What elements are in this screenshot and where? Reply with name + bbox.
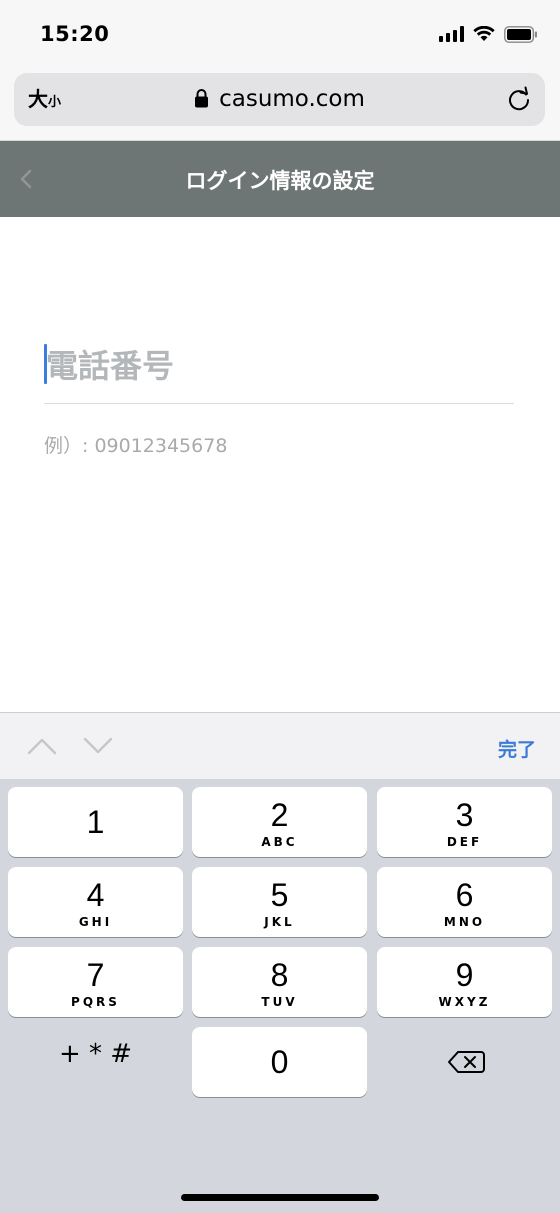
- key-9[interactable]: 9 WXYZ: [377, 947, 552, 1017]
- key-letters: PQRS: [71, 995, 120, 1009]
- key-1[interactable]: 1: [8, 787, 183, 857]
- key-letters: ABC: [261, 835, 298, 849]
- chevron-down-icon[interactable]: [82, 735, 114, 757]
- battery-icon: [504, 25, 537, 43]
- phone-field[interactable]: [44, 338, 514, 404]
- key-3[interactable]: 3 DEF: [377, 787, 552, 857]
- nav-header: ログイン情報の設定: [0, 141, 560, 217]
- signal-icon: [439, 26, 464, 42]
- url-display[interactable]: casumo.com: [14, 86, 545, 112]
- reload-icon[interactable]: [505, 85, 533, 113]
- numeric-keypad: 1 2 ABC 3 DEF 4 GHI 5 JKL 6 MNO 7 PQRS 8…: [0, 779, 560, 1213]
- phone-example-hint: 例）: 09012345678: [44, 435, 228, 457]
- key-2[interactable]: 2 ABC: [192, 787, 367, 857]
- symbols-key[interactable]: + * #: [8, 1029, 183, 1099]
- delete-icon[interactable]: [377, 1027, 552, 1097]
- login-form: 例）: 09012345678: [0, 217, 560, 712]
- key-letters: MNO: [443, 915, 486, 929]
- browser-toolbar: 大小 casumo.com: [0, 64, 560, 141]
- key-digit: 0: [270, 1044, 289, 1080]
- key-digit: 8: [270, 957, 289, 993]
- chevron-up-icon[interactable]: [26, 735, 58, 757]
- key-digit: 5: [270, 877, 289, 913]
- status-time: 15:20: [40, 22, 110, 46]
- wifi-icon: [473, 26, 495, 41]
- key-digit: 9: [455, 957, 474, 993]
- key-digit: 1: [86, 804, 105, 840]
- key-letters: WXYZ: [438, 995, 491, 1009]
- key-digit: 4: [86, 877, 105, 913]
- key-letters: GHI: [78, 915, 113, 929]
- url-text: casumo.com: [219, 86, 365, 112]
- lock-icon: [195, 89, 209, 108]
- key-4[interactable]: 4 GHI: [8, 867, 183, 937]
- status-bar: 15:20: [0, 0, 560, 64]
- key-letters: TUV: [261, 995, 298, 1009]
- key-7[interactable]: 7 PQRS: [8, 947, 183, 1017]
- address-bar[interactable]: 大小 casumo.com: [14, 73, 545, 126]
- key-0[interactable]: 0: [192, 1027, 367, 1097]
- done-button[interactable]: 完了: [498, 735, 536, 762]
- key-8[interactable]: 8 TUV: [192, 947, 367, 1017]
- status-icons: [439, 24, 538, 44]
- key-letters: DEF: [446, 835, 483, 849]
- key-letters: JKL: [264, 915, 295, 929]
- key-6[interactable]: 6 MNO: [377, 867, 552, 937]
- key-digit: 7: [86, 957, 105, 993]
- keyboard-accessory-bar: 完了: [0, 712, 560, 779]
- page-title: ログイン情報の設定: [185, 169, 375, 193]
- phone-input[interactable]: [44, 338, 514, 394]
- key-digit: 2: [270, 797, 289, 833]
- key-digit: 3: [455, 797, 474, 833]
- home-indicator: [181, 1194, 379, 1201]
- key-digit: 6: [455, 877, 474, 913]
- key-5[interactable]: 5 JKL: [192, 867, 367, 937]
